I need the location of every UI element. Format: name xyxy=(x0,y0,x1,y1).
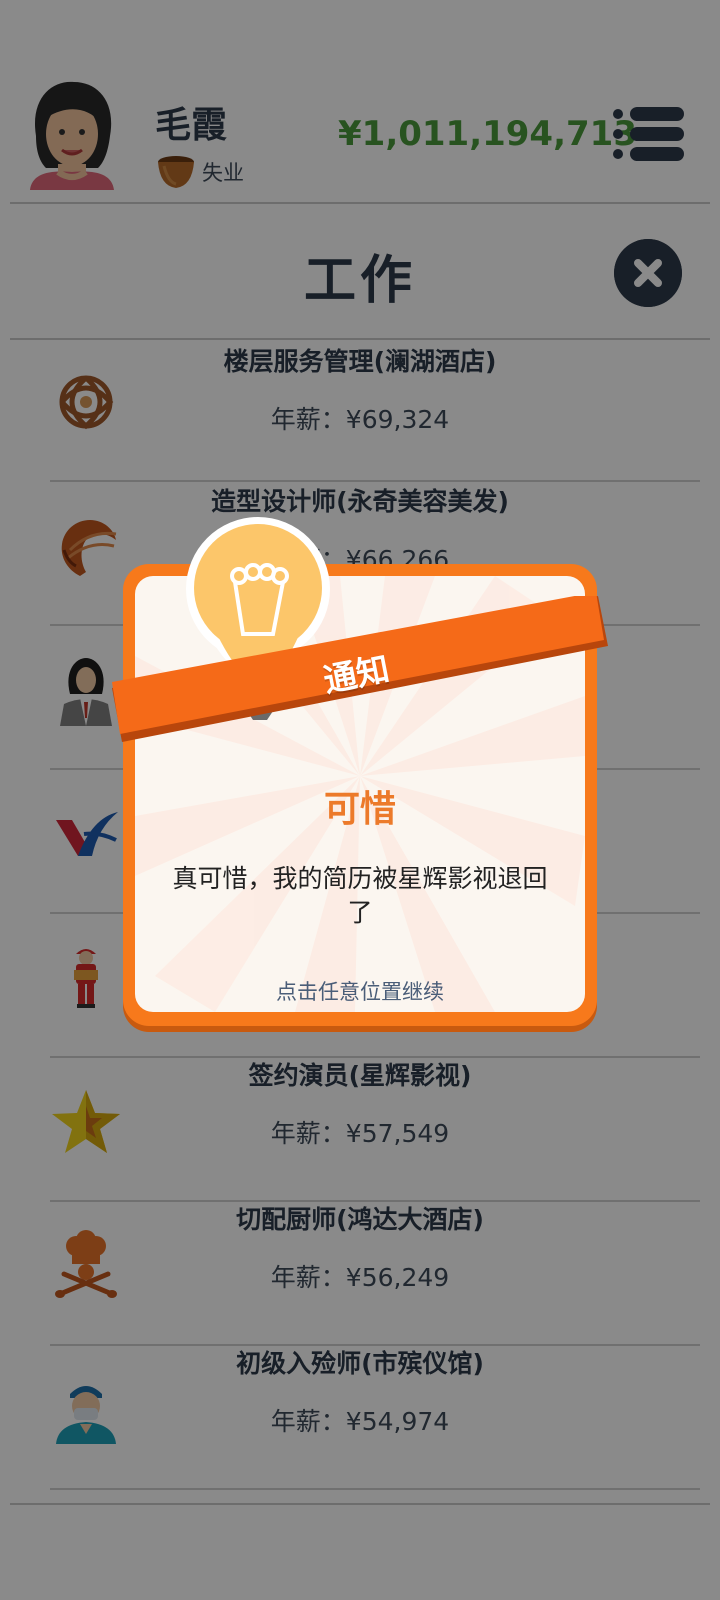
job-screen: 毛霞 失业 ¥1,011,194,713 工作 楼层服务管理(澜湖酒店) 年薪：… xyxy=(0,0,720,1600)
dialog-message: 真可惜，我的简历被星辉影视退回了 xyxy=(172,864,548,927)
continue-hint[interactable]: 点击任意位置继续 xyxy=(135,976,585,1006)
dialog-heading: 可惜 xyxy=(323,789,396,830)
